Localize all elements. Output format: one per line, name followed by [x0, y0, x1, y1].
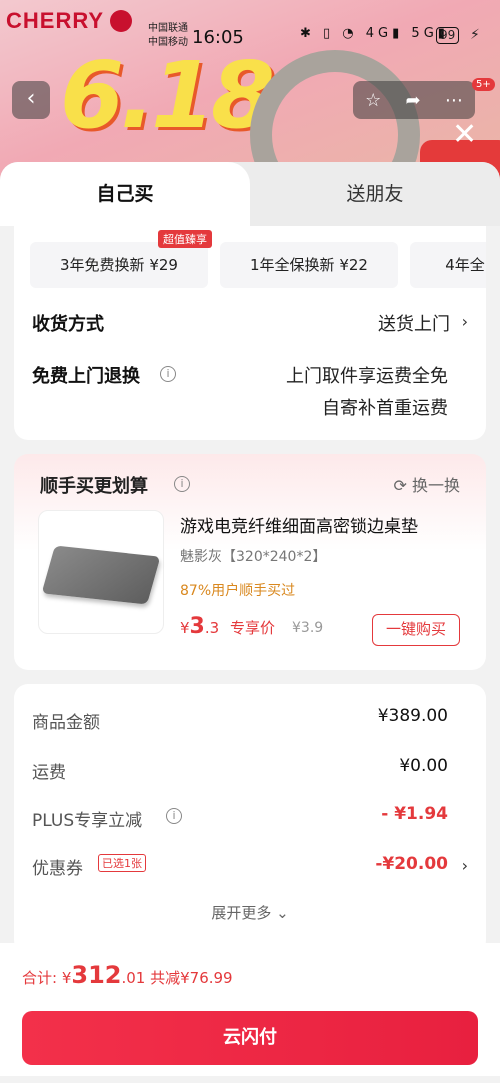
top-toolbar: ☆ ➦ ⋯	[353, 81, 475, 119]
info-icon[interactable]: i	[166, 808, 182, 824]
message-badge: 5+	[472, 78, 495, 91]
swap-button[interactable]: ⟳ 换一换	[393, 472, 460, 496]
premium-badge: 超值臻享	[158, 230, 212, 248]
addon-card: 顺手买更划算 i ⟳ 换一换 游戏电竞纤维细面高密锁边桌垫 魅影灰【320*24…	[14, 454, 486, 670]
more-icon[interactable]: ⋯	[445, 90, 463, 111]
return-value-2: 自寄补首重运费	[322, 398, 448, 419]
checkout-footer: 合计: ¥312.01 共减¥76.99 云闪付	[0, 943, 500, 1083]
mousepad-image	[41, 545, 161, 605]
coupon-label: 优惠券	[32, 859, 83, 879]
refresh-icon: ⟳	[393, 476, 412, 495]
goods-amount-label: 商品金额	[32, 713, 100, 733]
brand-logo: CHERRY	[6, 8, 105, 33]
plus-discount-value: - ¥1.94	[381, 804, 448, 824]
product-stat: 87%用户顺手买过	[180, 583, 296, 599]
chevron-down-icon: ⌄	[271, 904, 289, 922]
info-icon[interactable]: i	[174, 476, 190, 492]
pay-button[interactable]: 云闪付	[22, 1011, 478, 1065]
product-price: ¥3.3 专享价	[180, 614, 275, 639]
clock: 16:05	[192, 27, 244, 48]
chevron-right-icon[interactable]: ›	[462, 312, 468, 331]
shipping-label: 运费	[32, 763, 66, 783]
delivery-label: 收货方式	[32, 314, 104, 335]
order-total: 合计: ¥312.01 共减¥76.99	[22, 961, 233, 989]
info-icon[interactable]: i	[160, 366, 176, 382]
purchase-tabs: 自己买 送朋友	[0, 162, 500, 226]
share-icon[interactable]: ➦	[406, 90, 421, 111]
original-price: ¥3.9	[292, 620, 324, 636]
fee-summary-card: 商品金额 ¥389.00 运费 ¥0.00 PLUS专享立减 i - ¥1.94…	[14, 684, 486, 954]
addon-title: 顺手买更划算	[40, 476, 148, 497]
service-card: 3年免费换新 ¥29 1年全保换新 ¥22 4年全 超值臻享 收货方式 送货上门…	[14, 226, 486, 440]
chevron-right-icon[interactable]: ›	[462, 856, 468, 875]
product-spec: 魅影灰【320*240*2】	[180, 549, 327, 565]
shipping-value: ¥0.00	[399, 756, 448, 776]
expand-more-button[interactable]: 展开更多 ⌄	[14, 902, 486, 923]
delivery-value[interactable]: 送货上门	[378, 310, 450, 336]
service-option-4yr[interactable]: 4年全	[410, 242, 486, 288]
back-button[interactable]: ‹	[12, 81, 50, 119]
product-thumbnail[interactable]	[38, 510, 164, 634]
product-name[interactable]: 游戏电竞纤维细面高密锁边桌垫	[180, 512, 418, 537]
service-options: 3年免费换新 ¥29 1年全保换新 ¥22 4年全	[30, 242, 486, 288]
return-label: 免费上门退换	[32, 366, 140, 387]
tab-self-buy[interactable]: 自己买	[0, 162, 250, 226]
carrier-info: 中国联通 中国移动	[148, 23, 188, 48]
charging-icon: ⚡	[470, 27, 480, 43]
home-indicator	[0, 1076, 500, 1083]
cherry-icon	[110, 10, 132, 32]
coupon-value[interactable]: -¥20.00	[375, 854, 448, 874]
service-option-1yr[interactable]: 1年全保换新 ¥22	[220, 242, 398, 288]
service-option-3yr[interactable]: 3年免费换新 ¥29	[30, 242, 208, 288]
signal-icons: ✱ ▯ ◔ 4G▮ 5G▮	[300, 26, 449, 41]
return-value-1: 上门取件享运费全免	[286, 366, 448, 387]
plus-discount-label: PLUS专享立减	[32, 811, 143, 831]
star-icon[interactable]: ☆	[365, 90, 381, 111]
close-icon[interactable]: ✕	[452, 120, 477, 150]
goods-amount-value: ¥389.00	[377, 706, 448, 726]
tab-gift[interactable]: 送朋友	[250, 162, 500, 226]
status-bar: CHERRY 中国联通 中国移动 16:05 ✱ ▯ ◔ 4G▮ 5G▮ 99 …	[0, 0, 500, 70]
coupon-selected-tag: 已选1张	[98, 854, 146, 872]
one-click-buy-button[interactable]: 一键购买	[372, 614, 460, 646]
battery-icon: 99	[436, 27, 460, 44]
